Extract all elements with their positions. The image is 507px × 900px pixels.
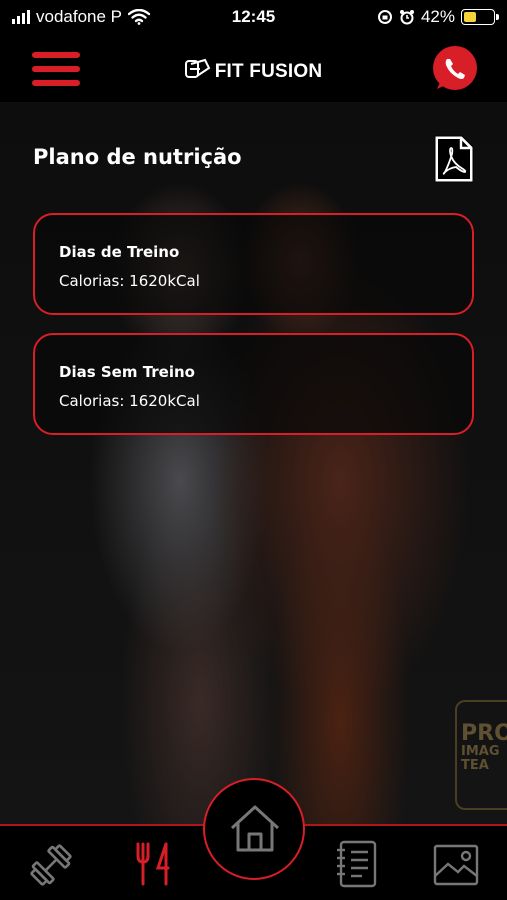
alarm-icon <box>399 10 414 25</box>
dumbbell-icon <box>30 844 72 886</box>
notebook-icon <box>337 840 377 888</box>
nav-item-notes[interactable] <box>330 838 384 892</box>
app-name: FIT FUSION <box>214 61 323 82</box>
battery-percent: 42% <box>420 7 455 26</box>
gallery-icon <box>433 844 479 886</box>
background-photo <box>0 102 507 824</box>
battery-icon <box>461 9 499 25</box>
plan-card-training-days[interactable]: Dias de Treino Calorias: 1620kCal <box>33 213 474 315</box>
watermark-logo: PRO IMAG TEA <box>455 700 507 810</box>
plan-calories: Calorias: 1620kCal <box>59 392 200 410</box>
nav-item-home[interactable] <box>203 778 305 880</box>
plan-title: Dias de Treino <box>59 243 180 261</box>
plan-calories: Calorias: 1620kCal <box>59 272 200 290</box>
whatsapp-icon[interactable] <box>431 45 479 93</box>
nav-item-workouts[interactable] <box>24 838 78 892</box>
plan-title: Dias Sem Treino <box>59 363 195 381</box>
fork-knife-icon <box>136 842 170 886</box>
watermark-line3: TEA <box>461 757 489 773</box>
pdf-icon[interactable] <box>432 134 476 184</box>
home-icon <box>230 805 280 852</box>
brand-logo-icon <box>184 58 211 78</box>
status-bar: vodafone P 12:45 42% <box>0 0 507 34</box>
app-header: FIT FUSION <box>0 34 507 102</box>
nav-item-nutrition[interactable] <box>128 838 182 892</box>
watermark-line1: PRO <box>461 721 507 746</box>
plan-card-rest-days[interactable]: Dias Sem Treino Calorias: 1620kCal <box>33 333 474 435</box>
page-title: Plano de nutrição <box>33 145 242 169</box>
nav-item-gallery[interactable] <box>430 838 484 892</box>
watermark-line2: IMAG <box>461 744 500 760</box>
rotation-lock-icon <box>377 10 392 24</box>
